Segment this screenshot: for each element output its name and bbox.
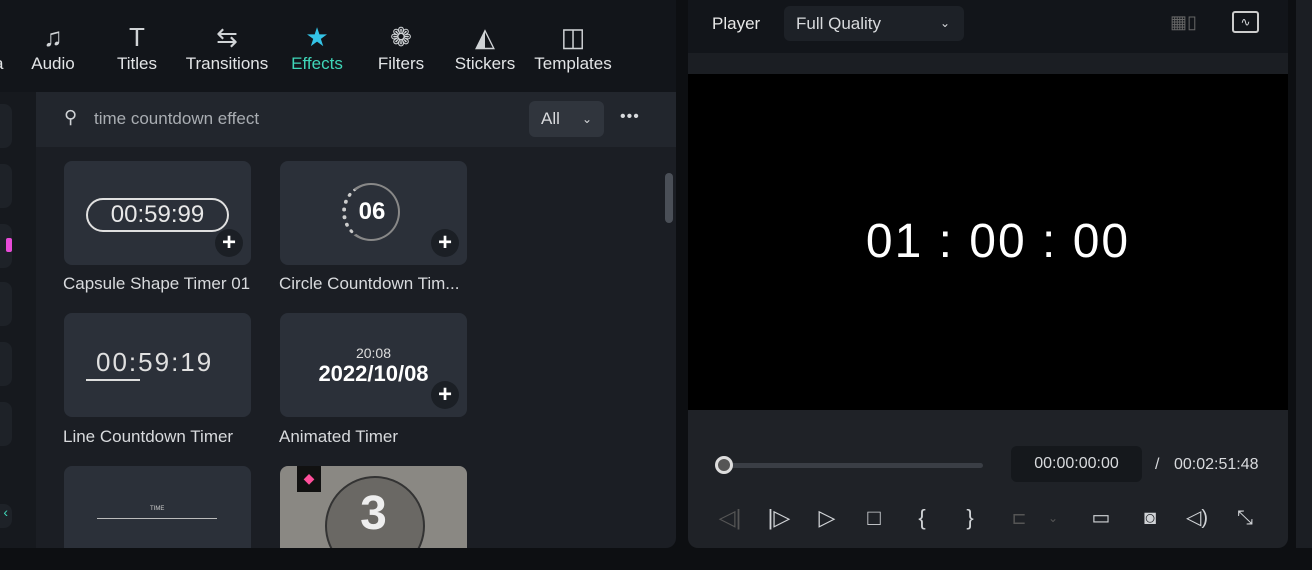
sidebar-item[interactable] [0, 402, 12, 446]
effect-preview: 00:59:99 [86, 198, 229, 232]
mark-out-icon[interactable]: } [955, 504, 985, 532]
effect-name: Line Countdown Timer [63, 427, 234, 446]
tab-label: Templates [534, 54, 612, 73]
playback-scrubber[interactable] [718, 463, 983, 468]
effect-card[interactable]: 3 ◆ [280, 466, 467, 548]
effect-card[interactable]: 06 + [280, 161, 467, 265]
effect-preview: TIME [150, 506, 165, 512]
quality-value: Full Quality [796, 14, 882, 33]
add-icon[interactable]: + [431, 229, 459, 257]
templates-icon: ◫ [560, 22, 586, 52]
tab-stickers[interactable]: ◭ Stickers [435, 20, 535, 74]
right-edge-panel [1296, 0, 1312, 548]
premium-diamond-icon: ◆ [297, 466, 321, 492]
media-tabs: a ♫AudioTTitles⇆Transitions★Effects❁Filt… [0, 0, 676, 92]
next-frame-icon[interactable]: |▷ [764, 504, 794, 532]
sidebar-item[interactable] [0, 224, 12, 268]
chevron-down-icon[interactable]: ⌄ [1038, 504, 1068, 532]
sidebar-item[interactable] [0, 164, 12, 208]
effect-preview: 06 [342, 183, 400, 241]
tab-templates[interactable]: ◫ Templates [523, 20, 623, 74]
stop-icon[interactable]: □ [859, 504, 889, 532]
search-bar: ⚲ All ⌄ ••• [36, 92, 676, 147]
scrollbar[interactable] [665, 173, 673, 223]
filter-dropdown[interactable]: All ⌄ [529, 101, 604, 137]
tab-label: Titles [117, 54, 157, 73]
fullscreen-icon[interactable]: ⤡ [1230, 504, 1260, 532]
sticker-icon: ◭ [475, 22, 495, 52]
underline [86, 379, 140, 381]
mark-in-icon[interactable]: { [907, 504, 937, 532]
search-input[interactable] [94, 106, 514, 132]
quality-dropdown[interactable]: Full Quality ⌄ [784, 6, 964, 41]
effect-name: Capsule Shape Timer 01 [63, 274, 251, 293]
display-monitor-icon[interactable]: ▭ [1086, 504, 1116, 532]
add-icon[interactable]: + [215, 229, 243, 257]
preview-timer-text: 01 : 00 : 00 [865, 215, 1131, 268]
marker-icon [6, 238, 12, 252]
text-t-icon: T [129, 22, 145, 52]
sidebar-item[interactable] [0, 342, 12, 386]
tab-transitions[interactable]: ⇆ Transitions [177, 20, 277, 74]
scrubber-handle[interactable] [715, 456, 733, 474]
effect-preview: 3 [360, 487, 387, 540]
current-time[interactable]: 00:00:00:00 [1011, 446, 1142, 482]
player-header: Player Full Quality ⌄ ▦▯ ∿ [688, 0, 1288, 53]
filter-value: All [541, 109, 560, 128]
effect-name: Circle Countdown Tim... [279, 274, 460, 293]
search-icon: ⚲ [64, 107, 78, 127]
chevron-down-icon: ⌄ [581, 112, 592, 126]
camera-snapshot-icon[interactable]: ◙ [1135, 504, 1165, 532]
effect-card[interactable]: 00:59:19 [64, 313, 251, 417]
video-preview: 01 : 00 : 00 [688, 74, 1288, 410]
player-panel: Player Full Quality ⌄ ▦▯ ∿ 01 : 00 : 00 0… [688, 0, 1288, 548]
volume-icon[interactable]: ◁) [1182, 504, 1212, 532]
tab-label: Transitions [185, 54, 269, 73]
effect-card[interactable]: 20:08 2022/10/08 + [280, 313, 467, 417]
effect-name: Animated Timer [279, 427, 399, 446]
library-panel: a ♫AudioTTitles⇆Transitions★Effects❁Filt… [0, 0, 676, 548]
sidebar-item[interactable] [0, 104, 12, 148]
player-label: Player [712, 14, 761, 33]
effect-preview: 00:59:19 [96, 347, 214, 377]
more-options-button[interactable]: ••• [620, 108, 640, 126]
effect-card[interactable]: TIME [64, 466, 251, 548]
previous-frame-icon[interactable]: ◁| [715, 504, 745, 532]
tab-titles[interactable]: T Titles [87, 20, 187, 74]
tab-label: Stickers [454, 54, 516, 73]
effect-preview-time: 20:08 [355, 345, 392, 361]
sidebar-item[interactable] [0, 282, 12, 326]
play-icon[interactable]: ▷ [812, 504, 842, 532]
time-separator: / [1155, 456, 1160, 473]
collapse-sidebar-button[interactable]: ‹ [0, 504, 12, 528]
progress-line [97, 518, 217, 519]
total-time: 00:02:51:48 [1174, 456, 1259, 473]
chevron-down-icon: ⌄ [939, 16, 950, 30]
layout-grid-icon[interactable]: ▦▯ [1170, 12, 1197, 33]
insert-clip-icon[interactable]: ⊏ [1004, 504, 1034, 532]
effect-card[interactable]: 00:59:99 + [64, 161, 251, 265]
category-sidebar: ‹ [0, 92, 36, 548]
add-icon[interactable]: + [431, 381, 459, 409]
transitions-icon: ⇆ [216, 22, 238, 52]
waveform-scope-icon[interactable]: ∿ [1232, 11, 1259, 33]
